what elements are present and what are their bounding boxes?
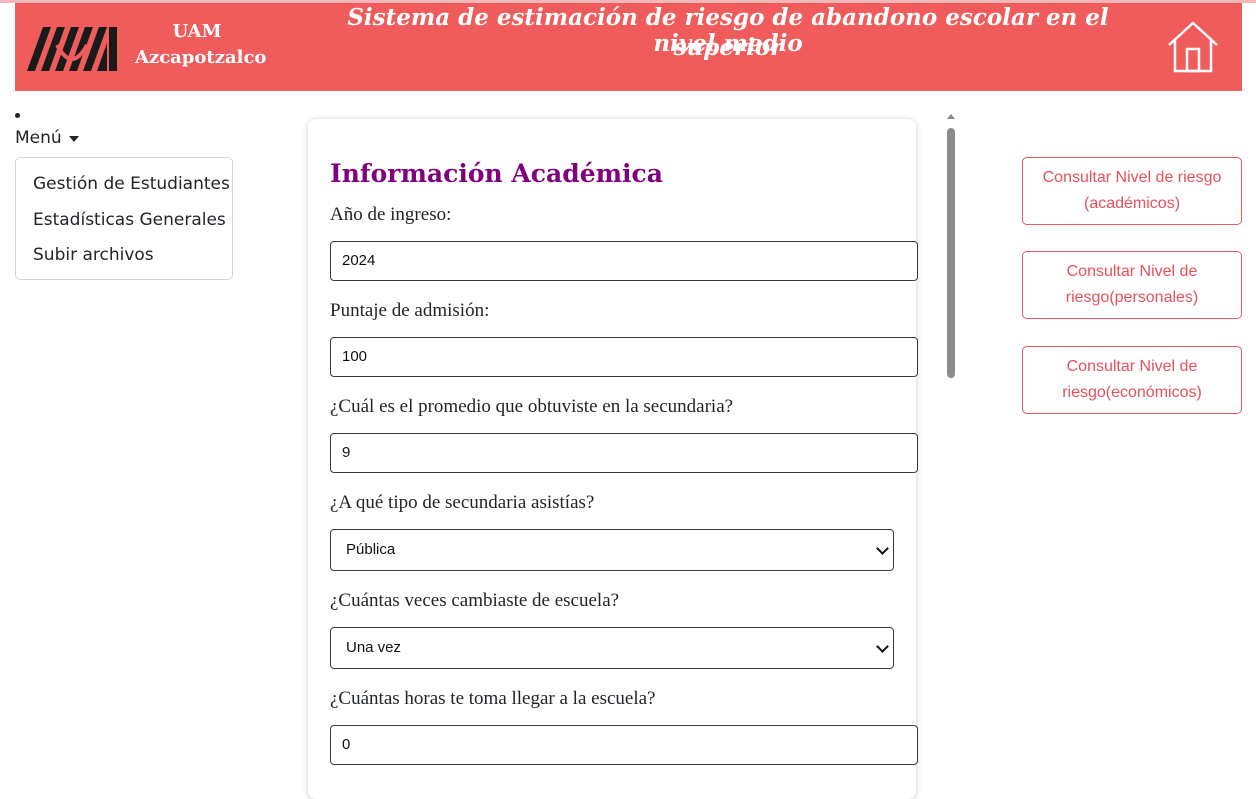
title-line1: Sistema de estimación de riesgo de aband… <box>347 4 1109 57</box>
menu-toggle-button[interactable]: Menú <box>15 128 79 148</box>
tipo-secundaria-value: Pública <box>346 541 396 558</box>
brand-line2: Azcapotzalco <box>135 47 267 68</box>
tipo-secundaria-select[interactable]: Pública <box>330 529 894 571</box>
caret-down-icon <box>68 136 79 142</box>
consultar-riesgo-academicos-button[interactable]: Consultar Nivel de riesgo (académicos) <box>1022 157 1242 225</box>
sidebar-item-gestion-estudiantes[interactable]: Gestión de Estudiantes <box>16 168 232 204</box>
ano-ingreso-input[interactable]: 2024 <box>330 241 918 281</box>
home-icon[interactable] <box>1165 19 1221 75</box>
field-label-horas-escuela: ¿Cuántas horas te toma llegar a la escue… <box>330 688 656 709</box>
brand-line1: UAM <box>172 21 222 42</box>
field-label-promedio-secundaria: ¿Cuál es el promedio que obtuviste en la… <box>330 396 734 417</box>
menu-label: Menú <box>15 128 62 148</box>
list-bullet <box>15 113 20 118</box>
scrollbar-thumb[interactable] <box>947 128 955 378</box>
chevron-down-icon <box>876 542 889 555</box>
field-label-tipo-secundaria: ¿A qué tipo de secundaria asistías? <box>330 492 595 513</box>
consultar-riesgo-economicos-button[interactable]: Consultar Nivel de riesgo(económicos) <box>1022 346 1242 414</box>
header-bar: UAM Azcapotzalco Sistema de estimación d… <box>15 3 1242 91</box>
field-label-ano-ingreso: Año de ingreso: <box>330 204 452 225</box>
form-card: Información Académica Año de ingreso: 20… <box>308 119 918 799</box>
cambios-escuela-value: Una vez <box>346 639 402 656</box>
field-label-cambios-escuela: ¿Cuántas veces cambiaste de escuela? <box>330 590 620 611</box>
field-label-puntaje-admision: Puntaje de admisión: <box>330 300 490 321</box>
section-title: Información Académica <box>330 159 663 188</box>
promedio-secundaria-input[interactable]: 9 <box>330 433 918 473</box>
consultar-riesgo-personales-button[interactable]: Consultar Nivel de riesgo(personales) <box>1022 251 1242 319</box>
title-line2: superior <box>673 34 783 61</box>
page-title: Sistema de estimación de riesgo de aband… <box>315 3 1141 61</box>
sidebar-menu: Gestión de Estudiantes Estadísticas Gene… <box>15 157 233 280</box>
scroll-up-arrow-icon[interactable] <box>947 114 955 119</box>
puntaje-admision-input[interactable]: 100 <box>330 337 918 377</box>
chevron-down-icon <box>876 640 889 653</box>
uam-logo <box>27 27 117 71</box>
horas-escuela-input[interactable]: 0 <box>330 725 918 765</box>
brand-name: UAM Azcapotzalco <box>135 19 267 71</box>
sidebar-item-subir-archivos[interactable]: Subir archivos <box>16 239 232 275</box>
scrollbar[interactable] <box>945 112 957 781</box>
sidebar-item-estadisticas-generales[interactable]: Estadísticas Generales <box>16 204 232 240</box>
cambios-escuela-select[interactable]: Una vez <box>330 627 894 669</box>
